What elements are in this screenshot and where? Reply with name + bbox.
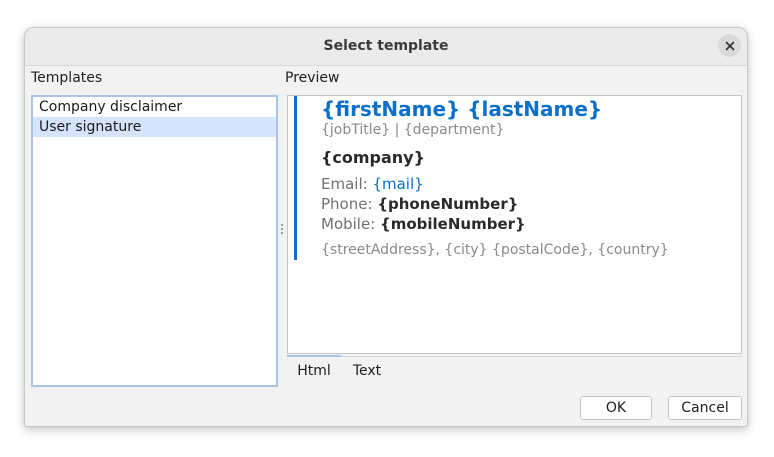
- phone-label: Phone:: [321, 195, 373, 213]
- close-icon: [725, 41, 734, 50]
- signature-phone-line: Phone: {phoneNumber}: [321, 195, 518, 213]
- phone-value: {phoneNumber}: [377, 195, 519, 213]
- mobile-label: Mobile:: [321, 215, 376, 233]
- list-item-company-disclaimer[interactable]: Company disclaimer: [33, 97, 276, 117]
- preview-tabbar: Html Text: [287, 355, 742, 387]
- signature-email-line: Email: {mail}: [321, 175, 424, 193]
- preview-label: Preview: [285, 70, 340, 86]
- signature-company: {company}: [321, 148, 425, 167]
- ok-button[interactable]: OK: [580, 396, 652, 420]
- preview-pane: {firstName} {lastName} {jobTitle} | {dep…: [287, 95, 742, 354]
- signature-job: {jobTitle} | {department}: [321, 122, 505, 138]
- tab-text[interactable]: Text: [343, 357, 391, 386]
- signature-address: {streetAddress}, {city} {postalCode}, {c…: [321, 242, 669, 258]
- select-template-dialog: Select template Templates Preview Compan…: [24, 27, 748, 427]
- mobile-value: {mobileNumber}: [380, 215, 526, 233]
- close-button[interactable]: [718, 34, 741, 57]
- list-item-user-signature[interactable]: User signature: [33, 117, 276, 137]
- email-value: {mail}: [372, 175, 424, 193]
- dialog-title: Select template: [323, 38, 449, 54]
- signature-mobile-line: Mobile: {mobileNumber}: [321, 215, 526, 233]
- signature-block: {firstName} {lastName} {jobTitle} | {dep…: [294, 96, 738, 260]
- templates-label: Templates: [31, 70, 103, 86]
- title-bar: Select template: [25, 28, 747, 66]
- signature-name: {firstName} {lastName}: [321, 97, 603, 121]
- splitter-handle[interactable]: [281, 224, 284, 238]
- email-label: Email:: [321, 175, 368, 193]
- cancel-button[interactable]: Cancel: [668, 396, 742, 420]
- templates-list[interactable]: Company disclaimer User signature: [31, 95, 278, 387]
- tab-html[interactable]: Html: [287, 355, 341, 386]
